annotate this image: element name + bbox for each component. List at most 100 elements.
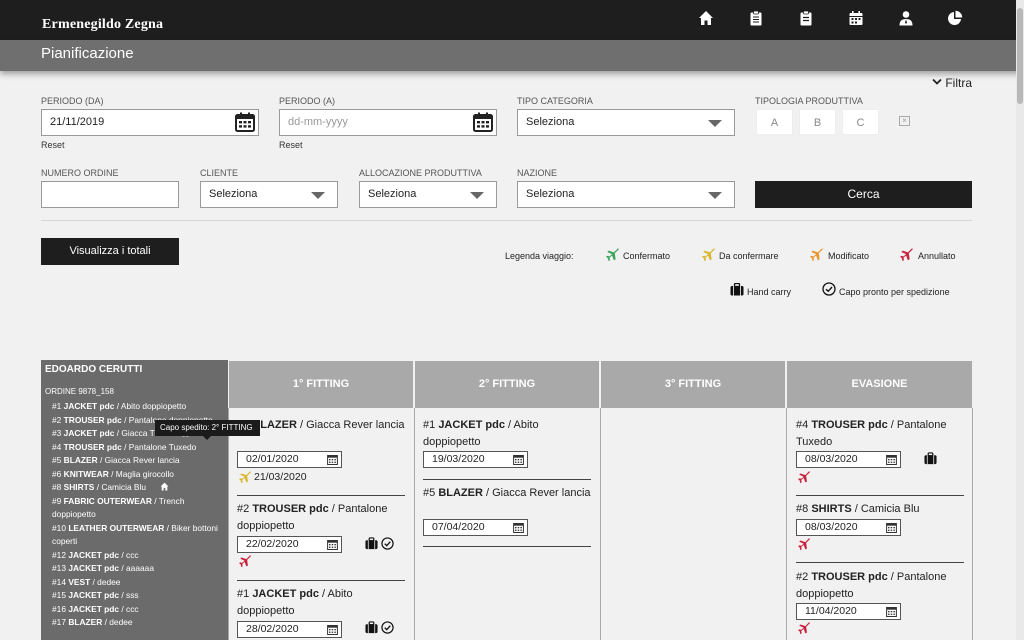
planning-card[interactable]: #1 JACKET pdc / Abito doppiopetto — [237, 586, 405, 620]
planning-card[interactable]: #2 TROUSER pdc / Pantalone doppiopetto — [796, 569, 964, 603]
periodo-a-field[interactable]: dd-mm-yyyy — [279, 109, 497, 136]
list-item[interactable]: #12 JACKET pdc / ccc — [52, 549, 224, 563]
divider — [237, 580, 405, 581]
planning-card[interactable]: #4 TROUSER pdc / Pantalone Tuxedo — [796, 417, 964, 451]
nazione-value: Seleziona — [526, 188, 575, 200]
pie-chart-icon[interactable] — [947, 10, 965, 28]
allocazione-select[interactable]: Seleziona — [359, 181, 497, 208]
date-input[interactable]: 28/02/2020 — [237, 621, 342, 638]
plane-cancelled-icon — [239, 555, 252, 568]
user-icon[interactable] — [898, 10, 916, 28]
calendar-icon[interactable] — [513, 522, 524, 533]
list-item[interactable]: #17 BLAZER / dedee — [52, 616, 224, 630]
item-desc: / aaaaaa — [119, 563, 154, 573]
date-value: 19/03/2020 — [432, 453, 485, 465]
check-circle-icon — [822, 282, 836, 296]
divider — [423, 546, 591, 547]
nazione-select[interactable]: Seleziona — [517, 181, 735, 208]
calendar-icon[interactable] — [848, 10, 866, 28]
cliente-select[interactable]: Seleziona — [200, 181, 338, 208]
planning-card[interactable]: #5 BLAZER / Giacca Rever lancia — [423, 485, 591, 502]
card-name: JACKET pdc — [438, 419, 505, 431]
suitcase-icon — [365, 537, 378, 550]
item-desc: / Giacca Rever lancia — [97, 455, 180, 465]
list-item[interactable]: #8 SHIRTS / Camicia Blu — [52, 481, 224, 495]
item-name: JACKET pdc — [68, 563, 120, 573]
list-item[interactable]: #5 BLAZER / Giacca Rever lancia — [52, 454, 224, 468]
brand-logo[interactable]: Ermenegildo Zegna — [42, 17, 163, 33]
home-icon[interactable] — [698, 10, 716, 28]
list-item[interactable]: #4 TROUSER pdc / Pantalone Tuxedo — [52, 441, 224, 455]
list-item[interactable]: #1 JACKET pdc / Abito doppiopetto — [52, 400, 224, 414]
calendar-icon[interactable] — [886, 606, 897, 617]
calendar-icon[interactable] — [327, 539, 338, 550]
periodo-da-field[interactable]: 21/11/2019 — [41, 109, 259, 136]
calendar-icon[interactable] — [886, 454, 897, 465]
calendar-icon[interactable] — [886, 522, 897, 533]
card-desc: / Giacca Rever lancia — [482, 487, 591, 499]
date-input[interactable]: 07/04/2020 — [423, 519, 528, 536]
home-icon[interactable] — [160, 482, 169, 491]
plane-cancelled-icon — [900, 248, 914, 262]
calendar-icon[interactable] — [234, 112, 256, 133]
tipologia-c-button[interactable]: C — [842, 109, 879, 135]
periodo-da-reset-link[interactable]: Reset — [41, 140, 65, 150]
planning-card[interactable]: #2 TROUSER pdc / Pantalone doppiopetto — [237, 501, 405, 535]
tipologia-clear-button[interactable]: × — [899, 116, 910, 126]
card-code: #1 — [423, 419, 436, 431]
numero-ordine-input[interactable] — [41, 181, 179, 208]
clipboard-list-icon[interactable] — [798, 10, 816, 28]
tipo-categoria-select[interactable]: Seleziona — [517, 109, 735, 136]
date-input[interactable]: 02/01/2020 — [237, 451, 342, 468]
suitcase-icon — [924, 452, 937, 465]
date-input[interactable]: 22/02/2020 — [237, 536, 342, 553]
filter-toggle[interactable]: Filtra — [932, 76, 972, 90]
card-name: TROUSER pdc — [252, 503, 329, 515]
date-input[interactable]: 11/04/2020 — [796, 603, 901, 620]
tipologia-b-button[interactable]: B — [799, 109, 836, 135]
date-input[interactable]: 19/03/2020 — [423, 451, 528, 468]
periodo-da-label: PERIODO (DA) — [41, 96, 104, 106]
item-desc: / Pantalone Tuxedo — [121, 441, 197, 452]
item-code: #16 — [52, 603, 66, 614]
scrollbar[interactable] — [1016, 0, 1024, 640]
list-item[interactable]: #16 JACKET pdc / ccc — [52, 603, 224, 617]
list-item[interactable]: #9 FABRIC OUTERWEAR / Trench doppiopetto — [52, 495, 224, 522]
list-item[interactable]: #13 JACKET pdc / aaaaaa — [52, 562, 224, 576]
list-item[interactable]: #6 KNITWEAR / Maglia girocollo — [52, 468, 224, 482]
card-code: #2 — [237, 503, 250, 515]
item-code: #2 — [52, 414, 62, 425]
scrollbar-thumb[interactable] — [1017, 8, 1023, 104]
item-code: #5 — [52, 455, 62, 465]
item-code: #10 — [52, 522, 66, 533]
periodo-a-reset-link[interactable]: Reset — [279, 140, 303, 150]
show-totals-button[interactable]: Visualizza i totali — [41, 238, 179, 265]
list-item[interactable]: #15 JACKET pdc / sss — [52, 589, 224, 603]
calendar-icon[interactable] — [327, 624, 338, 635]
plane-to-confirm-icon — [702, 248, 716, 262]
list-item[interactable]: #10 LEATHER OUTERWEAR / Biker bottoni co… — [52, 522, 224, 549]
planning-card[interactable]: #1 JACKET pdc / Abito doppiopetto — [423, 417, 591, 451]
tipologia-a-button[interactable]: A — [756, 109, 793, 135]
date-value: 02/01/2020 — [246, 453, 299, 465]
travel-date: 21/03/2020 — [254, 471, 307, 483]
date-input[interactable]: 08/03/2020 — [796, 519, 901, 536]
clipboard-icon[interactable] — [748, 10, 766, 28]
calendar-icon[interactable] — [327, 454, 338, 465]
planning-card[interactable]: #5 BLAZER / Giacca Rever lancia — [237, 417, 405, 434]
card-code: #4 — [796, 419, 809, 431]
planning-card[interactable]: #8 SHIRTS / Camicia Blu — [796, 501, 964, 518]
dropdown-arrow-icon — [311, 192, 325, 199]
date-input[interactable]: 08/03/2020 — [796, 451, 901, 468]
calendar-icon[interactable] — [513, 454, 524, 465]
item-name: BLAZER — [68, 617, 103, 627]
list-item[interactable]: #14 VEST / dedee — [52, 576, 224, 590]
item-name: JACKET pdc — [63, 401, 115, 411]
item-code: #12 — [52, 549, 66, 560]
calendar-icon[interactable] — [472, 112, 494, 133]
date-value: 22/02/2020 — [246, 538, 299, 550]
card-name: BLAZER — [438, 487, 483, 499]
search-button[interactable]: Cerca — [755, 181, 972, 208]
item-name: BLAZER — [63, 455, 98, 465]
check-circle-icon — [381, 621, 394, 634]
